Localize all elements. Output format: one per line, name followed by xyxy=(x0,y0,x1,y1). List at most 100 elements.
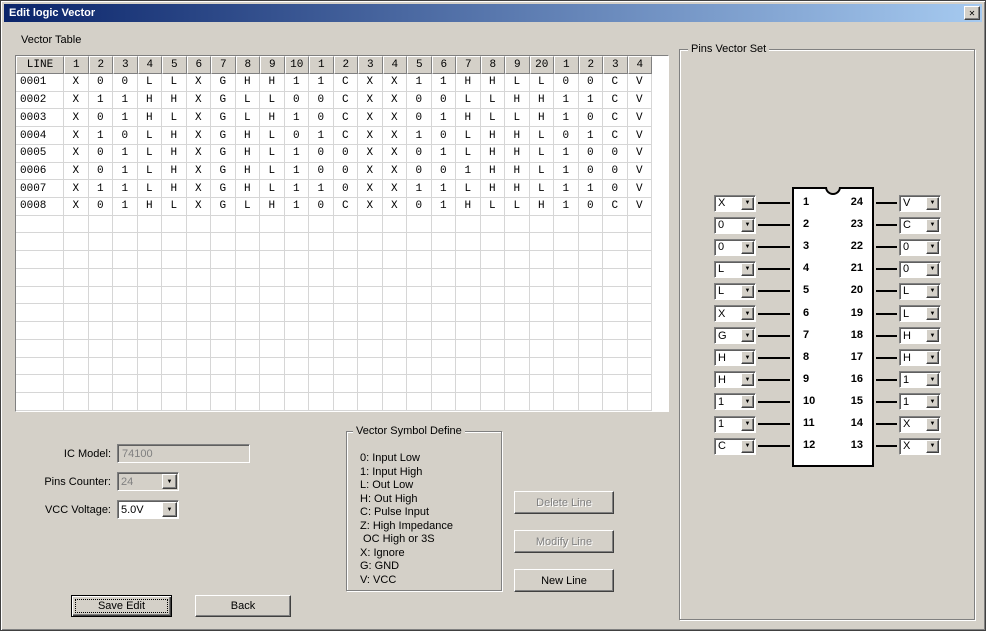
close-icon[interactable]: ✕ xyxy=(964,6,980,20)
pin-7-value-select[interactable]: G▼ xyxy=(714,327,756,344)
vector-cell xyxy=(530,233,555,251)
pin-22-value-select[interactable]: 0▼ xyxy=(899,239,941,256)
table-row-empty[interactable] xyxy=(16,251,668,269)
table-row[interactable]: 0001X00LLXGHH11CXX11HHLL00CV xyxy=(16,74,668,92)
titlebar[interactable]: Edit logic Vector ✕ xyxy=(4,4,982,22)
pin-14-value-select[interactable]: X▼ xyxy=(899,416,941,433)
pin-3-value-select[interactable]: 0▼ xyxy=(714,239,756,256)
chevron-down-icon[interactable]: ▼ xyxy=(926,373,939,386)
table-row[interactable]: 0005X01LHXGHL100XX01LHHL100V xyxy=(16,145,668,163)
table-row-empty[interactable] xyxy=(16,216,668,234)
table-row-empty[interactable] xyxy=(16,375,668,393)
pin-connector-line xyxy=(876,423,897,425)
vector-cell: G xyxy=(211,92,236,110)
vector-cell: L xyxy=(138,74,163,92)
table-row-empty[interactable] xyxy=(16,393,668,411)
table-row[interactable]: 0002X11HHXGLL00CXX00LLHH11CV xyxy=(16,92,668,110)
line-number-cell: 0001 xyxy=(16,74,64,92)
chevron-down-icon[interactable]: ▼ xyxy=(926,241,939,254)
table-row-empty[interactable] xyxy=(16,233,668,251)
pin-2-value: 0 xyxy=(715,218,740,233)
chevron-down-icon[interactable]: ▼ xyxy=(741,395,754,408)
pin-6-value-select[interactable]: X▼ xyxy=(714,305,756,322)
vector-cell: G xyxy=(211,180,236,198)
chevron-down-icon[interactable]: ▼ xyxy=(926,440,939,453)
table-row[interactable]: 0004X10LHXGHL01CXX10LHHL01CV xyxy=(16,127,668,145)
back-button[interactable]: Back xyxy=(195,595,291,617)
chevron-down-icon[interactable]: ▼ xyxy=(741,329,754,342)
table-row[interactable]: 0006X01LHXGHL100XX001HHL100V xyxy=(16,163,668,181)
pin-19-value-select[interactable]: L▼ xyxy=(899,305,941,322)
table-row[interactable]: 0008X01HLXGLH10CXX01HLLH10CV xyxy=(16,198,668,216)
pin-10-value-select[interactable]: 1▼ xyxy=(714,393,756,410)
chevron-down-icon[interactable]: ▼ xyxy=(741,373,754,386)
pin-12-value-select[interactable]: C▼ xyxy=(714,438,756,455)
pin-5-value-select[interactable]: L▼ xyxy=(714,283,756,300)
table-row-empty[interactable] xyxy=(16,269,668,287)
vector-cell xyxy=(530,322,555,340)
vector-cell: 0 xyxy=(309,145,334,163)
pin-23-value-select[interactable]: C▼ xyxy=(899,217,941,234)
pin-15-value-select[interactable]: 1▼ xyxy=(899,393,941,410)
chevron-down-icon[interactable]: ▼ xyxy=(741,197,754,210)
vector-cell xyxy=(285,233,310,251)
line-number-cell: 0003 xyxy=(16,109,64,127)
save-edit-button[interactable]: Save Edit xyxy=(71,595,172,617)
vector-cell: L xyxy=(456,92,481,110)
new-line-button[interactable]: New Line xyxy=(514,569,614,592)
chevron-down-icon[interactable]: ▼ xyxy=(926,263,939,276)
chevron-down-icon[interactable]: ▼ xyxy=(926,395,939,408)
chevron-down-icon[interactable]: ▼ xyxy=(926,418,939,431)
chevron-down-icon[interactable]: ▼ xyxy=(162,502,177,517)
vector-table[interactable]: LINE12345678910123456789201234 0001X00LL… xyxy=(15,55,669,412)
pin-21-value-select[interactable]: 0▼ xyxy=(899,261,941,278)
chevron-down-icon[interactable]: ▼ xyxy=(741,263,754,276)
chevron-down-icon[interactable]: ▼ xyxy=(741,241,754,254)
chevron-down-icon[interactable]: ▼ xyxy=(741,440,754,453)
table-row-empty[interactable] xyxy=(16,340,668,358)
chevron-down-icon[interactable]: ▼ xyxy=(741,219,754,232)
vector-cell xyxy=(603,304,628,322)
table-row-empty[interactable] xyxy=(16,304,668,322)
chevron-down-icon[interactable]: ▼ xyxy=(926,351,939,364)
pin-18-value-select[interactable]: H▼ xyxy=(899,327,941,344)
chip-pin-number: 17 xyxy=(851,346,863,368)
pin-2-value-select[interactable]: 0▼ xyxy=(714,217,756,234)
chevron-down-icon[interactable]: ▼ xyxy=(926,329,939,342)
pin-4-value-select[interactable]: L▼ xyxy=(714,261,756,278)
table-row-empty[interactable] xyxy=(16,358,668,376)
table-body[interactable]: 0001X00LLXGHH11CXX11HHLL00CV0002X11HHXGL… xyxy=(16,74,668,411)
chevron-down-icon[interactable]: ▼ xyxy=(926,307,939,320)
vector-cell xyxy=(285,269,310,287)
table-row[interactable]: 0003X01HLXGLH10CXX01HLLH10CV xyxy=(16,109,668,127)
pin-9-value-select[interactable]: H▼ xyxy=(714,371,756,388)
chevron-down-icon[interactable]: ▼ xyxy=(741,285,754,298)
chevron-down-icon[interactable]: ▼ xyxy=(741,351,754,364)
table-row-empty[interactable] xyxy=(16,287,668,305)
vector-cell xyxy=(530,287,555,305)
pin-17-value-select[interactable]: H▼ xyxy=(899,349,941,366)
pin-20-value-select[interactable]: L▼ xyxy=(899,283,941,300)
chevron-down-icon[interactable]: ▼ xyxy=(926,219,939,232)
pin-11-value-select[interactable]: 1▼ xyxy=(714,416,756,433)
vector-cell xyxy=(64,340,89,358)
pin-1-value-select[interactable]: X▼ xyxy=(714,195,756,212)
vector-cell xyxy=(260,340,285,358)
vector-cell xyxy=(383,340,408,358)
table-row-empty[interactable] xyxy=(16,322,668,340)
vcc-voltage-select[interactable]: 5.0V ▼ xyxy=(117,500,179,519)
pin-16-value-select[interactable]: 1▼ xyxy=(899,371,941,388)
pin-24-value-select[interactable]: V▼ xyxy=(899,195,941,212)
chevron-down-icon[interactable]: ▼ xyxy=(926,285,939,298)
chip-pin-numbers-right: 242322212019181716151413 xyxy=(851,191,863,456)
pin-8-value-select[interactable]: H▼ xyxy=(714,349,756,366)
vector-cell xyxy=(138,322,163,340)
chevron-down-icon[interactable]: ▼ xyxy=(741,307,754,320)
vector-cell: X xyxy=(383,198,408,216)
chevron-down-icon[interactable]: ▼ xyxy=(926,197,939,210)
vector-cell xyxy=(603,269,628,287)
chevron-down-icon[interactable]: ▼ xyxy=(741,418,754,431)
table-row[interactable]: 0007X11LHXGHL110XX11LHHL110V xyxy=(16,180,668,198)
pin-connector-line xyxy=(876,445,897,447)
pin-13-value-select[interactable]: X▼ xyxy=(899,438,941,455)
